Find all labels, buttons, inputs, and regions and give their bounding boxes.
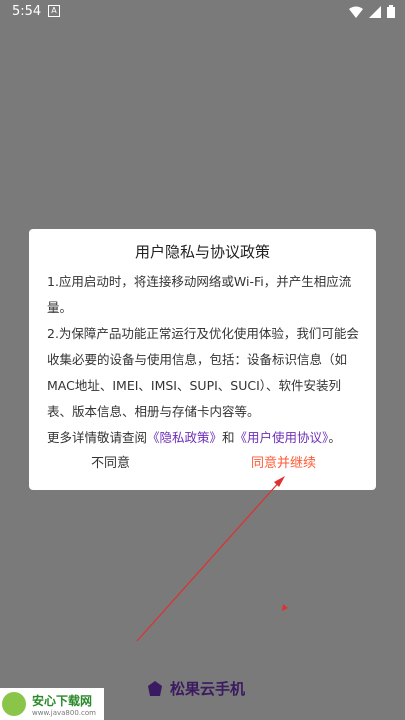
- signal-icon: [369, 5, 381, 18]
- dialog-paragraph-1: 1.应用启动时，将连接移动网络或Wi-Fi，并产生相应流量。: [47, 274, 352, 315]
- site-watermark: 安心下载网 www.java800.com: [0, 688, 104, 720]
- privacy-policy-link[interactable]: 《隐私政策》: [147, 430, 222, 445]
- wifi-icon: [349, 6, 363, 18]
- paragraph-3-suffix: 。: [328, 430, 341, 445]
- brand-logo: 松果云手机: [146, 678, 245, 699]
- status-icons: [349, 5, 395, 18]
- brand-name: 松果云手机: [170, 680, 246, 698]
- privacy-dialog: 用户隐私与协议政策 1.应用启动时，将连接移动网络或Wi-Fi，并产生相应流量。…: [29, 229, 376, 490]
- pinecone-logo-icon: [148, 680, 162, 696]
- watermark-url: www.java800.com: [32, 708, 96, 717]
- watermark-text: 安心下载网 www.java800.com: [32, 692, 96, 717]
- paragraph-3-and: 和: [222, 430, 235, 445]
- user-agreement-link[interactable]: 《用户使用协议》: [235, 430, 329, 445]
- battery-icon: [387, 5, 395, 18]
- dialog-paragraph-3: 更多详情敬请查阅《隐私政策》和《用户使用协议》。: [47, 425, 361, 451]
- notification-icon: A: [48, 5, 60, 17]
- disagree-button[interactable]: 不同意: [91, 452, 130, 471]
- dialog-body: 1.应用启动时，将连接移动网络或Wi-Fi，并产生相应流量。 2.为保障产品功能…: [47, 269, 361, 451]
- agree-continue-button[interactable]: 同意并继续: [251, 452, 316, 471]
- paragraph-3-prefix: 更多详情敬请查阅: [47, 430, 148, 445]
- status-bar: 5:54 A: [0, 0, 405, 24]
- status-time: 5:54: [12, 4, 42, 19]
- dialog-title: 用户隐私与协议政策: [134, 243, 270, 261]
- watermark-title: 安心下载网: [32, 693, 93, 708]
- dialog-paragraph-2: 2.为保障产品功能正常运行及优化使用体验，我们可能会收集必要的设备与使用信息，包…: [47, 326, 359, 419]
- watermark-logo-icon: [2, 692, 26, 716]
